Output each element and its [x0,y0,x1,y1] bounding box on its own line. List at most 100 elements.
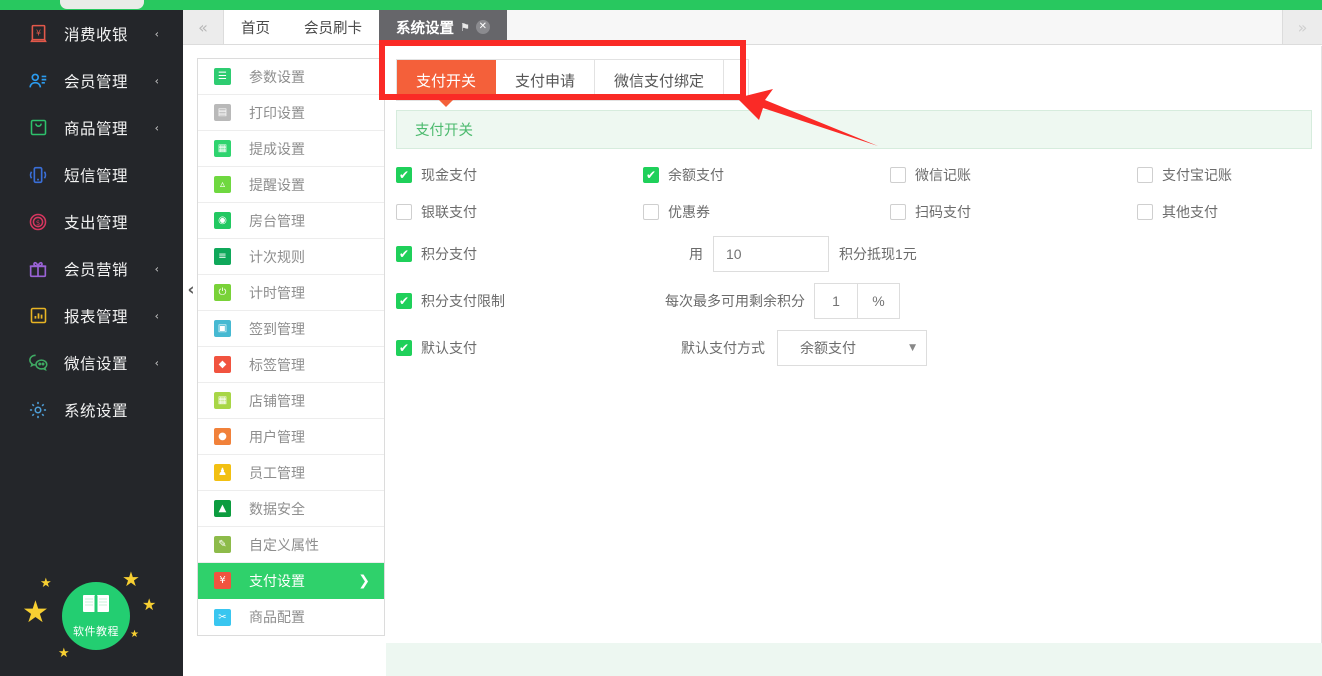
submenu-item-params[interactable]: ☰ 参数设置 [198,59,384,95]
content-tab-label: 支付申请 [515,72,576,90]
points-suffix-label: 积分抵现1元 [839,246,917,262]
option-alipay-record[interactable]: 支付宝记账 [1137,165,1312,185]
sidebar-item-marketing[interactable]: 会员营销 ‹ [0,245,183,292]
checkbox[interactable] [1137,166,1153,183]
submenu-item-user[interactable]: ● 用户管理 [198,419,384,455]
tab-member-card[interactable]: 会员刷卡 [287,10,379,44]
submenu-item-timer[interactable]: ⏻ 计时管理 [198,275,384,311]
submenu-item-commission[interactable]: ▦ 提成设置 [198,131,384,167]
submenu-item-label: 数据安全 [249,500,305,517]
option-other-payment[interactable]: 其他支付 [1137,202,1312,222]
sidebar-item-members[interactable]: 会员管理 ‹ [0,57,183,104]
option-cash-payment[interactable]: 现金支付 [396,165,643,185]
top-pill-tab [60,0,144,9]
sidebar-item-label: 短信管理 [64,167,129,185]
submenu-collapse-handle[interactable]: ‹ [183,268,199,312]
option-unionpay[interactable]: 银联支付 [396,202,643,222]
sidebar-item-goods[interactable]: 商品管理 ‹ [0,104,183,151]
content-tab-wechat-bind[interactable]: 微信支付绑定 [595,60,725,100]
sidebar-item-system-settings[interactable]: 系统设置 [0,386,183,433]
sidebar-item-consumption[interactable]: ¥ 消费收银 ‹ [0,10,183,57]
submenu-item-goods-config[interactable]: ✂ 商品配置 [198,599,384,635]
checkbox[interactable] [890,166,906,183]
submenu-item-payment-settings[interactable]: ¥ 支付设置 ❯ [198,563,384,599]
shop-icon: ▦ [214,392,231,409]
checkbox[interactable] [396,293,412,309]
payment-icon: ¥ [214,572,231,589]
submenu-item-label: 自定义属性 [249,536,319,553]
points-ratio-field-group: 用 10 积分抵现1元 [689,236,917,272]
submenu-item-reminder[interactable]: ▵ 提醒设置 [198,167,384,203]
points-limit-input[interactable]: 1 [814,283,858,319]
content-tab-payment-apply[interactable]: 支付申请 [496,60,596,100]
bell-icon: ▵ [214,176,231,193]
checkbox[interactable] [1137,203,1153,220]
payment-options-grid: 现金支付 余额支付 微信记账 支付宝记账 银 [396,156,1312,372]
staff-icon: ♟ [214,464,231,481]
panel-header: 支付开关 [396,110,1312,149]
submenu-item-shop[interactable]: ▦ 店铺管理 [198,383,384,419]
points-ratio-input[interactable]: 10 [713,236,829,272]
star-icon: ★ [22,596,49,629]
checkbox[interactable] [396,246,412,262]
option-points-payment[interactable]: 积分支付 [396,244,643,264]
option-row: 积分支付 用 10 积分抵现1元 [396,230,1312,278]
tutorial-logo[interactable]: ★ ★ ★ ★ ★ ★ 软件教程 [0,558,183,668]
tab-scroll-right-button[interactable]: » [1282,10,1322,44]
logo-circle[interactable]: 软件教程 [62,582,130,650]
submenu-item-tag[interactable]: ◆ 标签管理 [198,347,384,383]
checkbox[interactable] [396,340,412,356]
option-label: 余额支付 [668,166,724,183]
option-points-limit[interactable]: 积分支付限制 [396,291,643,311]
app-root: ¥ 消费收银 ‹ 会员管理 ‹ 商品管理 ‹ 短信管理 $ 支出管理 会员营销 … [0,0,1322,676]
submenu-item-count-rule[interactable]: ≡ 计次规则 [198,239,384,275]
secondary-submenu: ☰ 参数设置 ▤ 打印设置 ▦ 提成设置 ▵ 提醒设置 ◉ 房台管理 ≡ 计次规… [197,58,385,636]
sidebar-item-sms[interactable]: 短信管理 [0,151,183,198]
sidebar-item-expense[interactable]: $ 支出管理 [0,198,183,245]
submenu-item-room[interactable]: ◉ 房台管理 [198,203,384,239]
close-icon[interactable]: ✕ [475,20,490,34]
points-limit-field-group: 每次最多可用剩余积分 1 % [665,283,900,319]
submenu-item-signin[interactable]: ▣ 签到管理 [198,311,384,347]
content-tab-payment-switch[interactable]: 支付开关 [397,60,497,100]
sidebar-item-label: 报表管理 [64,308,129,326]
checkbox[interactable] [396,166,412,183]
tag-icon: ◆ [214,356,231,373]
checkbox[interactable] [396,203,412,220]
option-label: 积分支付 [421,246,477,262]
submenu-item-label: 支付设置 [249,572,305,589]
checkbox[interactable] [890,203,906,220]
pin-icon[interactable]: ⚑ [460,21,470,34]
submenu-item-label: 计时管理 [249,284,305,301]
option-wechat-record[interactable]: 微信记账 [890,165,1137,185]
option-row: 积分支付限制 每次最多可用剩余积分 1 % [396,278,1312,324]
option-label: 支付宝记账 [1162,166,1232,183]
option-balance-payment[interactable]: 余额支付 [643,165,890,185]
tab-label: 会员刷卡 [304,20,362,37]
star-icon: ★ [142,597,157,614]
chevron-left-icon: ‹ [154,121,159,134]
sidebar-item-label: 消费收银 [64,26,129,44]
option-default-payment[interactable]: 默认支付 [396,338,643,358]
sidebar-item-reports[interactable]: 报表管理 ‹ [0,292,183,339]
tab-label: 系统设置 [396,20,454,37]
sidebar-collapse-button[interactable]: « [183,10,224,44]
tab-system-settings[interactable]: 系统设置 ⚑ ✕ [379,10,507,44]
submenu-item-print[interactable]: ▤ 打印设置 [198,95,384,131]
submenu-item-custom-attr[interactable]: ✎ 自定义属性 [198,527,384,563]
option-label: 积分支付限制 [421,293,505,309]
submenu-item-label: 提醒设置 [249,176,305,193]
tab-label: 首页 [241,20,270,37]
option-coupon[interactable]: 优惠券 [643,202,890,222]
tab-home[interactable]: 首页 [224,10,287,44]
checkbox[interactable] [643,203,659,220]
checkbox[interactable] [643,166,659,183]
submenu-item-staff[interactable]: ♟ 员工管理 [198,455,384,491]
points-limit-prefix-label: 每次最多可用剩余积分 [665,293,805,309]
submenu-item-data-security[interactable]: ▲ 数据安全 [198,491,384,527]
default-payment-field-group: 默认支付方式 余额支付 ▼ [681,330,927,366]
sidebar-item-wechat[interactable]: 微信设置 ‹ [0,339,183,386]
option-scan-payment[interactable]: 扫码支付 [890,202,1137,222]
default-payment-select[interactable]: 余额支付 ▼ [777,330,927,366]
chevron-left-icon: ‹ [154,27,159,40]
